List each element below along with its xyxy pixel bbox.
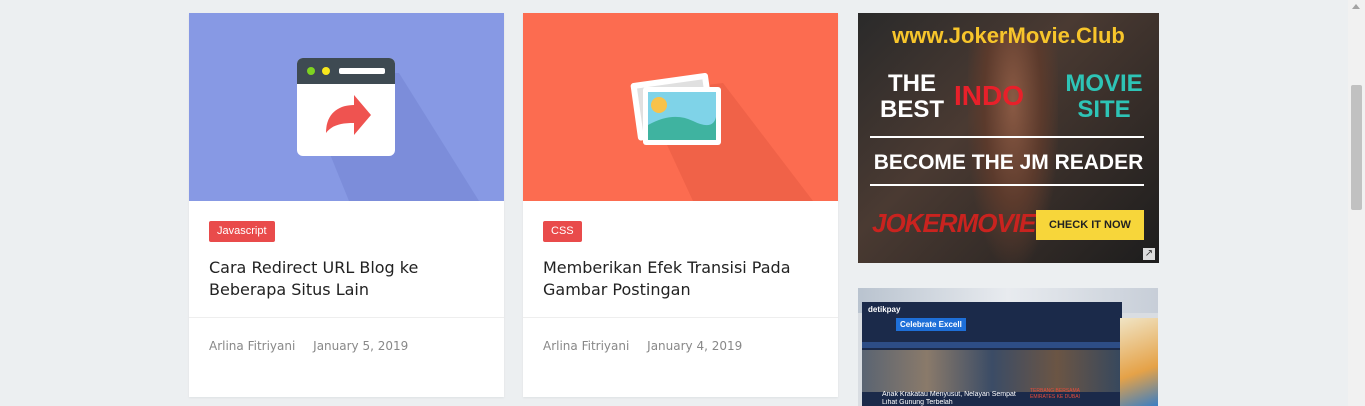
ad-screenshot: detikpay Celebrate Excell Anak Krakatau … bbox=[862, 302, 1122, 406]
ad-info-icon[interactable]: ↗ bbox=[1143, 248, 1155, 260]
ad-movie-site: MOVIE SITE bbox=[1065, 70, 1143, 123]
post-thumbnail[interactable] bbox=[523, 13, 838, 201]
check-it-now-button[interactable]: CHECK IT NOW bbox=[1036, 210, 1144, 240]
jokermovie-ad-banner[interactable]: www.JokerMovie.Club THE BEST INDO MOVIE … bbox=[858, 13, 1159, 263]
ad-brand: detikpay bbox=[868, 305, 901, 314]
ad-become: BECOME THE JM READER bbox=[873, 151, 1144, 174]
post-author[interactable]: Arlina Fitriyani bbox=[543, 339, 629, 353]
ad-side-promo: TERBANG BERSAMA EMIRATES KE DUBAI bbox=[1030, 388, 1080, 400]
ad-indo: INDO bbox=[954, 80, 1024, 111]
ad-headline: Lihat Gunung Terbelah bbox=[882, 399, 953, 406]
post-date: January 4, 2019 bbox=[647, 339, 743, 353]
ad-divider bbox=[870, 184, 1144, 186]
post-thumbnail[interactable] bbox=[189, 13, 504, 201]
post-date: January 5, 2019 bbox=[313, 339, 409, 353]
category-tag[interactable]: Javascript bbox=[209, 221, 275, 242]
scrollbar-thumb[interactable] bbox=[1351, 85, 1362, 210]
post-meta: Arlina Fitriyani January 5, 2019 bbox=[189, 318, 504, 353]
image-gallery-icon bbox=[630, 72, 813, 201]
ad-the-best: THE BEST bbox=[879, 70, 944, 123]
ad-brand: JOKERMOVIE bbox=[872, 208, 1036, 238]
category-tag[interactable]: CSS bbox=[543, 221, 582, 242]
ad-url: www.JokerMovie.Club bbox=[892, 23, 1125, 48]
scroll-up-arrow-icon[interactable] bbox=[1352, 4, 1360, 9]
post-title[interactable]: Cara Redirect URL Blog ke Beberapa Situs… bbox=[209, 257, 484, 301]
post-body: Javascript Cara Redirect URL Blog ke Beb… bbox=[189, 201, 504, 318]
page-scrollbar[interactable] bbox=[1348, 0, 1365, 406]
ad-promo: Celebrate Excell bbox=[896, 318, 966, 331]
post-card[interactable]: CSS Memberikan Efek Transisi Pada Gambar… bbox=[523, 13, 838, 397]
ad-photo-strip bbox=[862, 350, 1122, 392]
post-body: CSS Memberikan Efek Transisi Pada Gambar… bbox=[523, 201, 838, 318]
post-card[interactable]: Javascript Cara Redirect URL Blog ke Beb… bbox=[189, 13, 504, 397]
post-title[interactable]: Memberikan Efek Transisi Pada Gambar Pos… bbox=[543, 257, 818, 301]
browser-redirect-icon bbox=[297, 58, 479, 201]
detikpay-ad-banner[interactable]: detikpay Celebrate Excell Anak Krakatau … bbox=[858, 288, 1158, 406]
ad-side-decoration bbox=[1120, 318, 1158, 406]
ad-headline: Anak Krakatau Menyusut, Nelayan Sempat bbox=[882, 391, 1016, 398]
ad-divider bbox=[870, 136, 1144, 138]
ad-nav bbox=[862, 342, 1122, 348]
post-meta: Arlina Fitriyani January 4, 2019 bbox=[523, 318, 838, 353]
post-author[interactable]: Arlina Fitriyani bbox=[209, 339, 295, 353]
